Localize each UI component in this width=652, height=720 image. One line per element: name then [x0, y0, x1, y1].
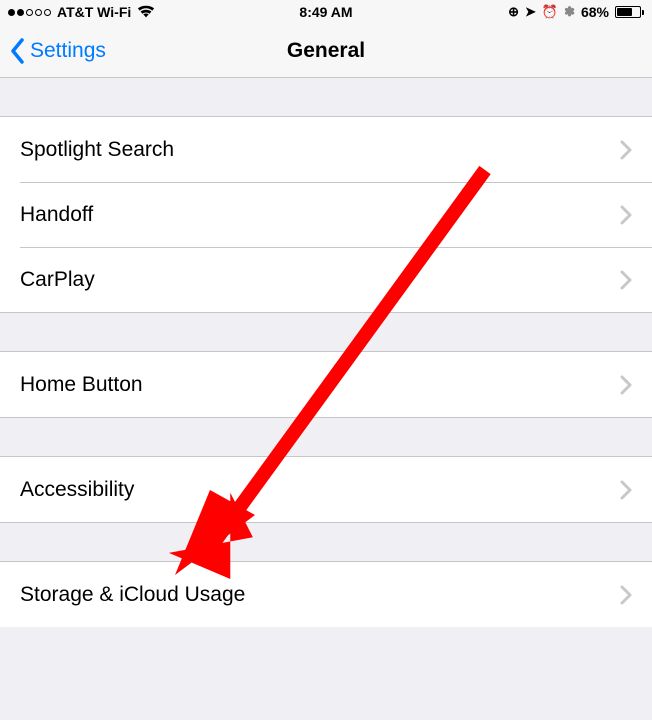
section-spacer — [0, 78, 652, 116]
carrier-label: AT&T Wi-Fi — [57, 4, 131, 20]
section-spacer — [0, 418, 652, 456]
alarm-icon: ⏰ — [542, 4, 558, 20]
row-handoff[interactable]: Handoff — [0, 182, 652, 247]
row-home-button[interactable]: Home Button — [0, 352, 652, 417]
status-right: ⊕ ➤ ⏰ ✽ 68% — [508, 4, 644, 20]
back-label: Settings — [30, 39, 106, 63]
page-title: General — [287, 39, 365, 63]
chevron-right-icon — [620, 140, 632, 160]
section-4: Storage & iCloud Usage — [0, 561, 652, 627]
section-spacer — [0, 523, 652, 561]
bluetooth-icon: ✽ — [564, 4, 575, 20]
chevron-right-icon — [620, 270, 632, 290]
row-accessibility[interactable]: Accessibility — [0, 457, 652, 522]
row-label: Handoff — [20, 203, 93, 227]
location-icon: ➤ — [525, 4, 536, 20]
row-label: Spotlight Search — [20, 138, 174, 162]
signal-strength-icon — [8, 9, 51, 16]
battery-icon — [615, 6, 644, 18]
chevron-right-icon — [620, 585, 632, 605]
status-bar: AT&T Wi-Fi 8:49 AM ⊕ ➤ ⏰ ✽ 68% — [0, 0, 652, 24]
status-left: AT&T Wi-Fi — [8, 4, 155, 20]
row-label: Home Button — [20, 373, 143, 397]
row-label: CarPlay — [20, 268, 95, 292]
section-1: Spotlight Search Handoff CarPlay — [0, 116, 652, 313]
orientation-lock-icon: ⊕ — [508, 4, 519, 20]
chevron-right-icon — [620, 480, 632, 500]
row-label: Accessibility — [20, 478, 134, 502]
row-storage-icloud[interactable]: Storage & iCloud Usage — [0, 562, 652, 627]
chevron-right-icon — [620, 375, 632, 395]
nav-bar: Settings General — [0, 24, 652, 78]
section-3: Accessibility — [0, 456, 652, 523]
wifi-icon — [137, 5, 155, 19]
row-label: Storage & iCloud Usage — [20, 583, 245, 607]
battery-percent: 68% — [581, 4, 609, 20]
status-time: 8:49 AM — [299, 4, 352, 20]
section-2: Home Button — [0, 351, 652, 418]
section-spacer — [0, 313, 652, 351]
row-carplay[interactable]: CarPlay — [0, 247, 652, 312]
back-button[interactable]: Settings — [10, 38, 106, 64]
row-spotlight-search[interactable]: Spotlight Search — [0, 117, 652, 182]
chevron-right-icon — [620, 205, 632, 225]
chevron-left-icon — [10, 38, 26, 64]
